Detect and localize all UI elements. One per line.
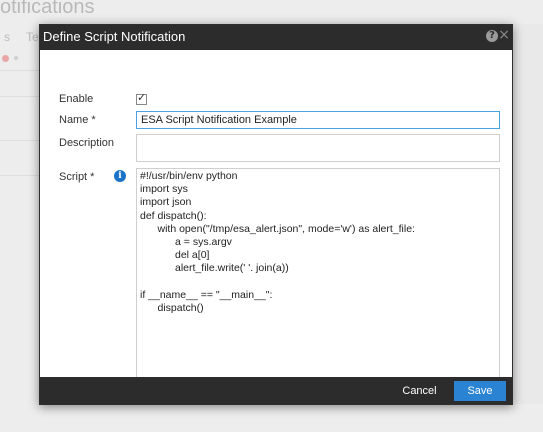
close-icon[interactable]: × (498, 28, 510, 42)
script-line: alert_file.write(' '. join(a)) (140, 262, 289, 275)
name-input[interactable] (136, 111, 500, 129)
script-line: def dispatch(): (140, 209, 207, 222)
script-line: a = sys.argv (140, 235, 232, 248)
script-line: import json (140, 196, 192, 209)
script-line: with open("/tmp/esa_alert.json", mode='w… (140, 222, 415, 235)
dialog-title: Define Script Notification (43, 29, 186, 44)
script-line: if __name__ == "__main__": (140, 288, 273, 301)
background-tab-1: s (4, 30, 10, 44)
dialog-header: Define Script Notification ? × (40, 25, 512, 50)
cancel-button[interactable]: Cancel (393, 381, 446, 401)
dialog-footer: Cancel Save (40, 377, 512, 404)
name-label: Name * (59, 114, 96, 126)
script-label: Script * (59, 171, 95, 183)
enable-checkbox[interactable]: ✓ (136, 91, 147, 105)
help-icon[interactable]: ? (486, 30, 498, 42)
script-line: del a[0] (140, 249, 210, 262)
background-dot (14, 56, 18, 60)
description-input[interactable] (136, 134, 500, 162)
save-button[interactable]: Save (454, 381, 506, 401)
dialog-body: Enable ✓ Name * Description Script * i #… (40, 50, 512, 381)
enable-label: Enable (59, 93, 94, 105)
script-line: dispatch() (140, 301, 204, 314)
script-textarea[interactable]: #!/usr/bin/env python import sys import js… (136, 168, 500, 381)
script-line (140, 276, 496, 289)
background-side-panel (513, 24, 543, 404)
info-icon[interactable]: i (114, 170, 126, 182)
script-line: import sys (140, 183, 188, 196)
background-tab-2: Te (26, 30, 39, 44)
checkmark-icon: ✓ (137, 91, 147, 104)
define-script-notification-dialog: Define Script Notification ? × Enable ✓ … (39, 24, 513, 405)
background-status-dot (2, 55, 9, 62)
script-line: #!/usr/bin/env python (140, 170, 238, 182)
background-page-title: otifications (0, 0, 95, 18)
description-label: Description (59, 137, 115, 149)
